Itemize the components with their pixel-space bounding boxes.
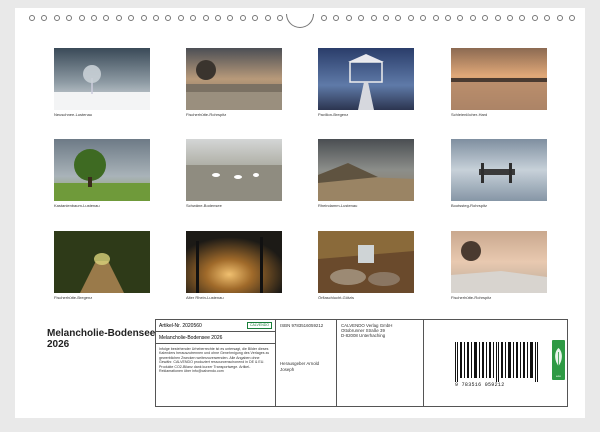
binding-ring [420,15,427,21]
calvendo-badge: CALVENDO [247,322,272,329]
binding-ring [531,15,538,21]
photo-caption: Fischerhütte-Rohrspitz [186,112,227,117]
photo-fischerhuette-rohrspitz-2 [451,231,547,293]
photo-neuschnee [54,48,150,110]
binding-ring [333,15,340,21]
isbn: ISBN 9783516059212 [280,323,324,328]
binding-ring [165,15,172,21]
photo-oerflaschlucht [318,231,414,293]
binding-ring [66,15,73,21]
photo-caption: Alter Rhein-Lustenau [186,295,224,300]
binding-ring [153,15,159,21]
binding-ring [370,15,377,21]
photo-caption: Schleienlöcher-Hard [451,112,488,117]
photo-caption: Bootssteg-Rohrspitz [451,203,488,208]
binding-ring [457,15,464,21]
binding-ring [395,15,402,21]
binding-ring [569,15,575,21]
binding-ring [177,15,184,21]
photo-schwaene [186,139,282,201]
article-row: Artikel-Nr. 2020560 CALVENDO [156,320,275,332]
binding-ring [358,15,365,21]
binding-ring [190,15,197,21]
binding-ring [556,15,563,21]
binding-ring [115,15,122,21]
binding-ring [91,15,97,21]
leaf-icon [555,348,562,368]
binding-ring [432,15,439,21]
binding-ring [264,15,271,21]
info-column-barcode: 9 783516 059212 eco [425,320,567,406]
binding-ring [53,15,60,21]
binding-ring [103,15,110,21]
photo-fischerhuette-bregenz [54,231,150,293]
info-column-publisher: CALVENDO Verlag GmbH Ottobrunner Straße … [338,320,424,406]
photo-caption: Kastanienbaum-Lustenau [54,203,100,208]
eco-label-text: eco [556,374,561,378]
photo-caption: Fischerhütte-Rohrspitz [451,295,492,300]
binding-ring [78,15,85,21]
photo-pavillon-bregenz [318,48,414,110]
binding-ring [445,15,451,21]
binding-ring [252,15,259,21]
binding-ring [41,15,48,21]
photo-schleienloecher [451,48,547,110]
binding-ring [227,15,234,21]
binding-ring [469,15,476,21]
photo-bootssteg [451,139,547,201]
editor: Herausgeber Arnold Joseph [280,361,320,372]
photo-rheindamm [318,139,414,201]
calendar-name: Melancholie-Bodensee 2026 [159,335,223,341]
legal-text: Infolge bestehender Urheberrechte ist es… [159,347,270,374]
calendar-page: Neuschnee-Lustenau Fischerhütte-Rohrspit… [15,8,585,418]
binding-ring [383,15,389,21]
binding-ring [544,15,551,21]
binding-ring [128,15,135,21]
photo-caption: Pavillon-Bregenz [318,112,349,117]
binding-ring [345,15,352,21]
binding-ring [202,15,209,21]
barcode-number: 9 783516 059212 [455,382,505,388]
photo-alter-rhein [186,231,282,293]
binding-ring [482,15,489,21]
binding-ring [239,15,246,21]
calendar-title: Melancholie-Bodensee 2026 [47,328,156,350]
photo-caption: Örflaschlucht-Götzis [318,295,355,300]
binding-ring [507,15,513,21]
info-box: Artikel-Nr. 2020560 CALVENDO Melancholie… [155,319,568,407]
publisher-city: D-82008 Unterhaching [341,333,386,339]
binding-ring [519,15,526,21]
photo-caption: Rheindamm-Lustenau [318,203,358,208]
binding-ring [494,15,501,21]
calendar-name-row: Melancholie-Bodensee 2026 [156,332,275,344]
binding-ring [277,15,283,21]
binding-ring [215,15,221,21]
binding-ring [140,15,147,21]
article-number: Artikel-Nr. 2020560 [159,322,202,329]
binding-ring [29,15,35,21]
binding-ring [407,15,414,21]
info-column-isbn: ISBN 9783516059212 Herausgeber Arnold Jo… [277,320,337,406]
info-column-article: Artikel-Nr. 2020560 CALVENDO Melancholie… [156,320,276,406]
eco-label-icon: eco [552,340,565,380]
photo-caption: Fischerhütte-Bregenz [54,295,93,300]
photo-caption: Schwäne-Bodensee [186,203,222,208]
photo-kastanienbaum [54,139,150,201]
photo-fischerhuette-rohrspitz [186,48,282,110]
photo-caption: Neuschnee-Lustenau [54,112,93,117]
barcode [455,342,538,382]
binding-ring [321,15,327,21]
